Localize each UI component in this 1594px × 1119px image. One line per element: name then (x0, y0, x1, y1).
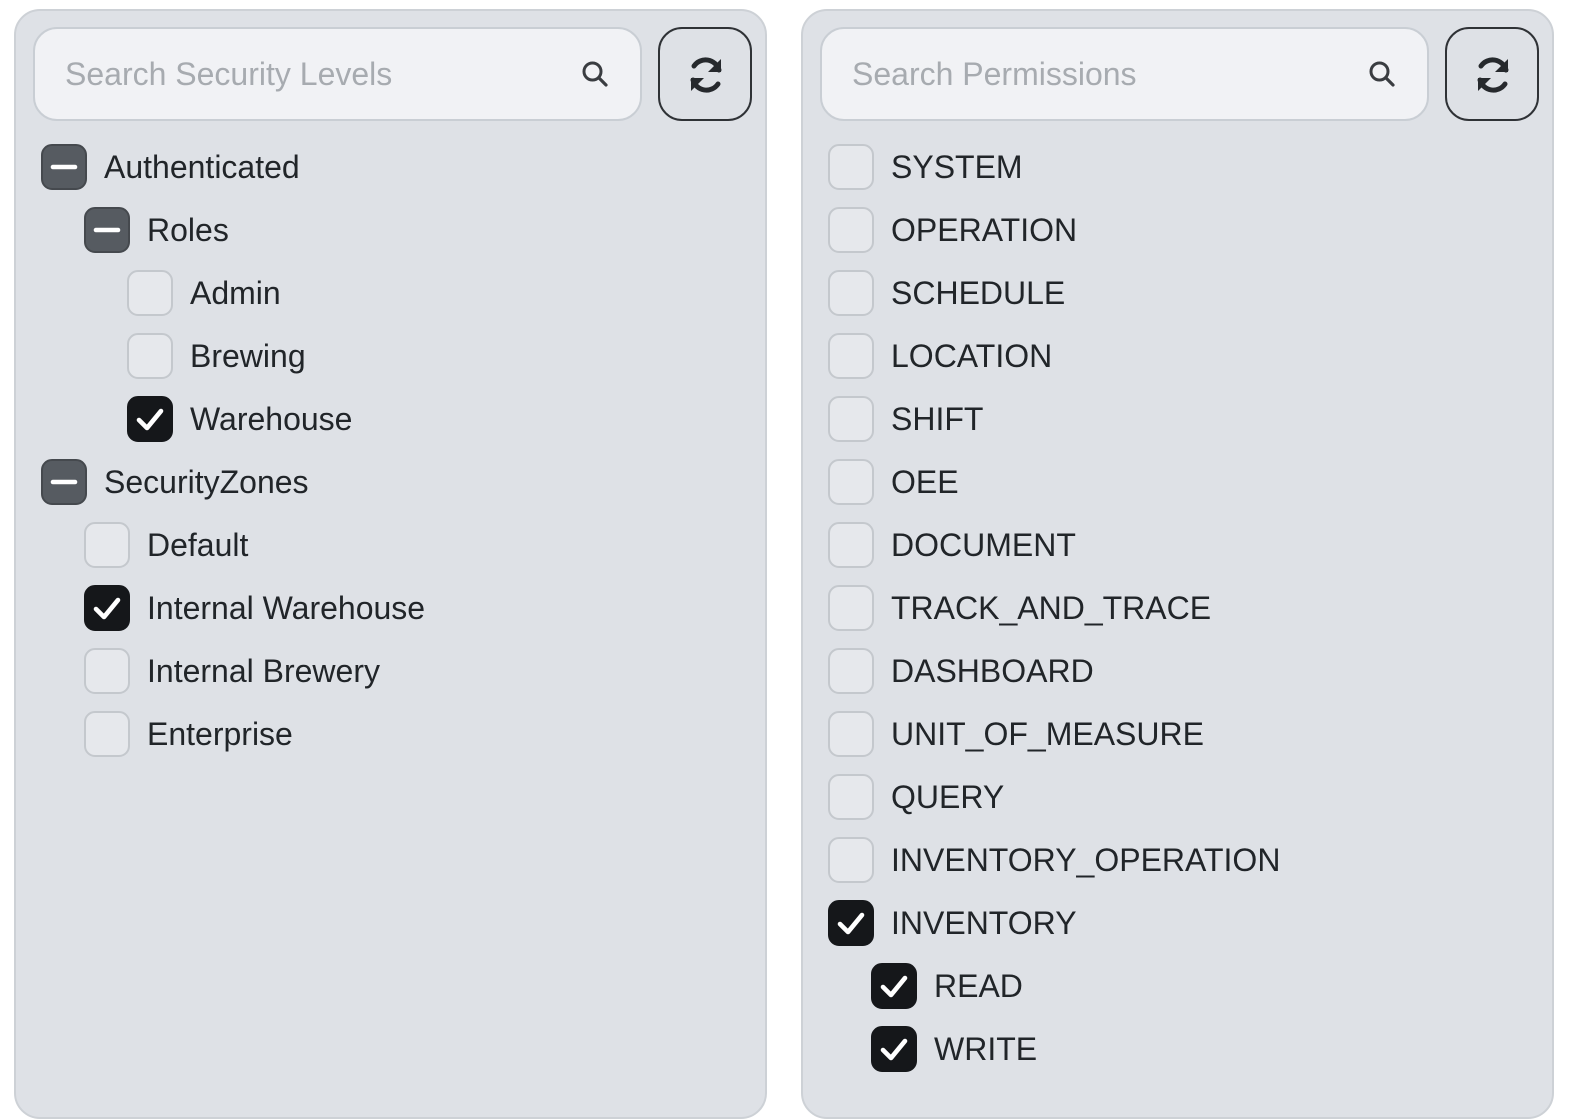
permission-tree-item[interactable]: INVENTORY_OPERATION (828, 836, 1280, 884)
security-levels-panel: Authenticated Roles Admin Brewing Warehouse S… (14, 9, 767, 1119)
permissions-search-input[interactable] (852, 29, 1352, 119)
permission-tree-item-label: OEE (891, 464, 959, 500)
checkbox[interactable] (828, 837, 874, 883)
security-tree-item-label: Authenticated (104, 149, 300, 185)
security-tree-item[interactable]: Enterprise (84, 710, 293, 758)
checkbox[interactable] (828, 144, 874, 190)
permission-tree-item[interactable]: SYSTEM (828, 143, 1023, 191)
checkbox-checked[interactable] (871, 1026, 917, 1072)
permissions-search-box[interactable] (820, 27, 1429, 121)
security-tree-item[interactable]: Internal Brewery (84, 647, 380, 695)
permission-tree-item[interactable]: OPERATION (828, 206, 1077, 254)
checkbox[interactable] (84, 711, 130, 757)
refresh-icon (1477, 57, 1509, 93)
permission-tree-item-label: WRITE (934, 1031, 1038, 1067)
permissions-panel: SYSTEM OPERATION SCHEDULE LOCATION SHIFT OEE D… (801, 9, 1554, 1119)
security-tree-item[interactable]: Brewing (127, 332, 306, 380)
permission-tree-item-label: INVENTORY (891, 905, 1077, 941)
security-search-input[interactable] (65, 29, 565, 119)
checkmark-icon (93, 597, 121, 620)
checkbox-checked[interactable] (871, 963, 917, 1009)
permission-tree-item[interactable]: SHIFT (828, 395, 983, 443)
security-search-box[interactable] (33, 27, 642, 121)
permission-tree-item[interactable]: READ (871, 962, 1023, 1010)
minus-icon (50, 164, 78, 170)
permission-tree-item-label: DASHBOARD (891, 653, 1094, 689)
checkbox-indeterminate[interactable] (84, 207, 130, 253)
checkbox[interactable] (828, 396, 874, 442)
security-tree-item-label: Default (147, 527, 249, 563)
security-tree-item[interactable]: Roles (84, 206, 229, 254)
permission-tree-item[interactable]: WRITE (871, 1025, 1037, 1073)
checkbox[interactable] (84, 522, 130, 568)
permission-tree-item[interactable]: LOCATION (828, 332, 1052, 380)
checkbox[interactable] (828, 333, 874, 379)
checkbox-checked[interactable] (84, 585, 130, 631)
security-tree-item[interactable]: Admin (127, 269, 281, 317)
permission-tree-item[interactable]: SCHEDULE (828, 269, 1065, 317)
permission-tree-item[interactable]: DOCUMENT (828, 521, 1076, 569)
permission-tree-item[interactable]: QUERY (828, 773, 1004, 821)
checkbox-checked[interactable] (127, 396, 173, 442)
permission-tree-item[interactable]: UNIT_OF_MEASURE (828, 710, 1204, 758)
checkbox[interactable] (828, 774, 874, 820)
checkmark-icon (136, 408, 164, 431)
permission-tree-item[interactable]: TRACK_AND_TRACE (828, 584, 1211, 632)
security-tree-item-label: Warehouse (190, 401, 353, 437)
checkmark-icon (880, 1038, 908, 1061)
permission-tree-item-label: TRACK_AND_TRACE (891, 590, 1212, 626)
checkmark-icon (837, 912, 865, 935)
security-tree-item[interactable]: Default (84, 521, 248, 569)
permission-tree-item-label: SCHEDULE (891, 275, 1066, 311)
checkbox-indeterminate[interactable] (41, 144, 87, 190)
minus-icon (93, 227, 121, 233)
permission-tree-item-label: READ (934, 968, 1023, 1004)
security-tree-item[interactable]: SecurityZones (41, 458, 309, 506)
security-tree-item[interactable]: Internal Warehouse (84, 584, 425, 632)
permission-tree-item-label: UNIT_OF_MEASURE (891, 716, 1204, 752)
security-tree-item[interactable]: Warehouse (127, 395, 352, 443)
checkbox[interactable] (84, 648, 130, 694)
permission-tree-item-label: SYSTEM (891, 149, 1023, 185)
security-tree-item-label: Internal Warehouse (147, 590, 426, 626)
security-tree-item-label: Roles (147, 212, 229, 248)
checkbox-checked[interactable] (828, 900, 874, 946)
security-tree-item-label: Brewing (190, 338, 306, 374)
checkbox-indeterminate[interactable] (41, 459, 87, 505)
checkbox[interactable] (828, 459, 874, 505)
permission-tree-item-label: QUERY (891, 779, 1005, 815)
checkbox[interactable] (828, 585, 874, 631)
refresh-icon (690, 57, 722, 93)
permissions-refresh-button[interactable] (1445, 27, 1539, 121)
checkmark-icon (880, 975, 908, 998)
permission-tree-item[interactable]: INVENTORY (828, 899, 1077, 947)
checkbox[interactable] (127, 270, 173, 316)
permission-tree-item-label: SHIFT (891, 401, 984, 437)
checkbox[interactable] (828, 522, 874, 568)
permission-tree-item-label: LOCATION (891, 338, 1053, 374)
security-refresh-button[interactable] (658, 27, 752, 121)
checkbox[interactable] (828, 711, 874, 757)
permission-tree-item[interactable]: OEE (828, 458, 959, 506)
security-tree-item-label: SecurityZones (104, 464, 309, 500)
permission-tree-item-label: DOCUMENT (891, 527, 1076, 563)
checkbox[interactable] (828, 270, 874, 316)
security-tree-item-label: Enterprise (147, 716, 293, 752)
security-tree-item[interactable]: Authenticated (41, 143, 300, 191)
security-tree-item-label: Internal Brewery (147, 653, 380, 689)
checkbox[interactable] (828, 648, 874, 694)
minus-icon (50, 479, 78, 485)
permission-tree-item[interactable]: DASHBOARD (828, 647, 1094, 695)
security-tree-item-label: Admin (190, 275, 281, 311)
permission-tree-item-label: INVENTORY_OPERATION (891, 842, 1281, 878)
permission-tree-item-label: OPERATION (891, 212, 1078, 248)
search-icon[interactable] (1367, 59, 1397, 89)
checkbox[interactable] (828, 207, 874, 253)
search-icon[interactable] (580, 59, 610, 89)
checkbox[interactable] (127, 333, 173, 379)
